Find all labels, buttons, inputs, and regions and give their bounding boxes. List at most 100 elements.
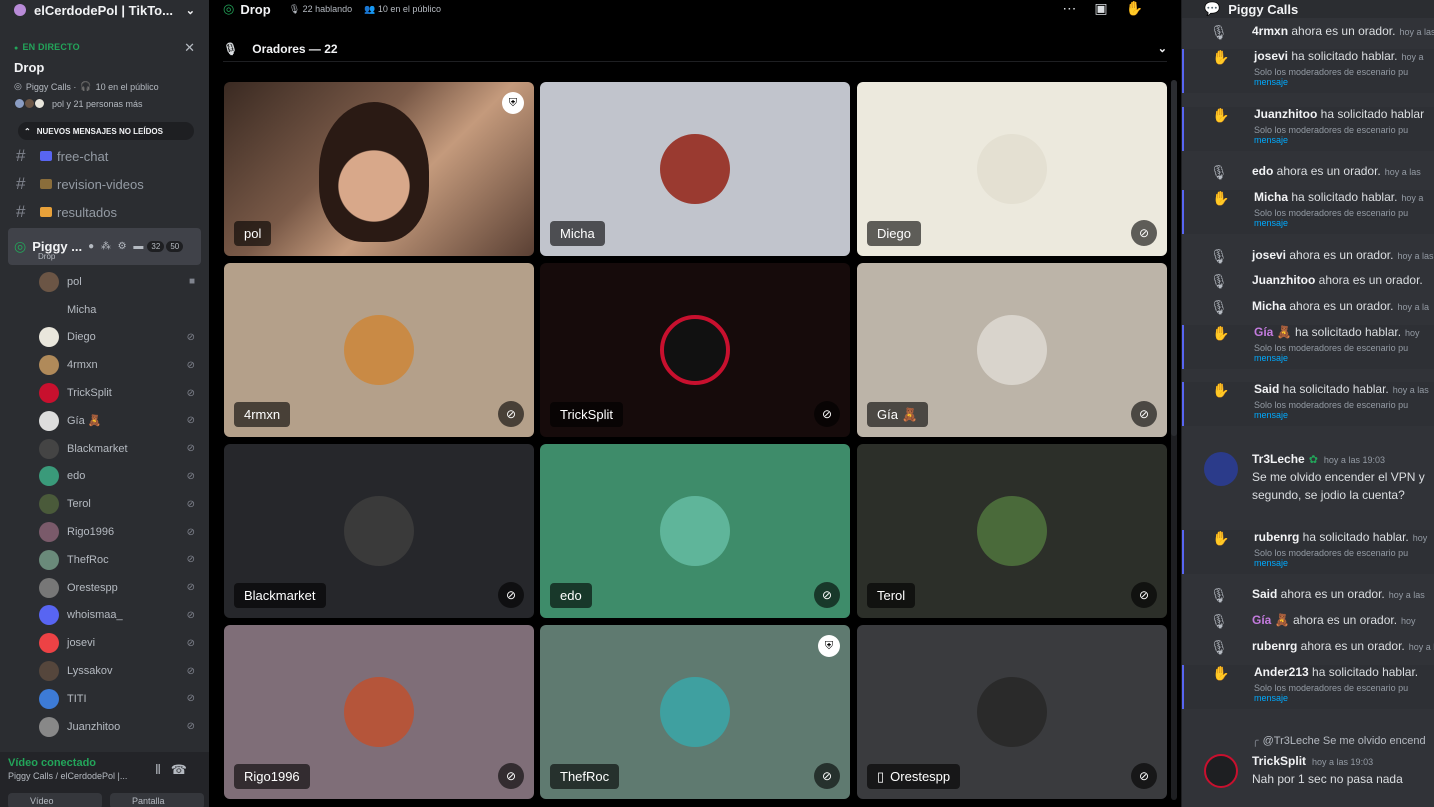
avatar[interactable] — [39, 327, 59, 348]
live-stage-card[interactable]: EN DIRECTO ✕ Drop ◎ Piggy Calls · 🎧 10 e… — [14, 40, 195, 109]
voice-member[interactable]: Lyssakov ⊘ — [0, 657, 209, 685]
new-speaker-event[interactable]: 🎙 Micha ahora es un orador. hoy a la — [1182, 299, 1434, 315]
avatar[interactable] — [39, 661, 59, 682]
reply-reference[interactable]: ╭ @Tr3Leche Se me olvido encend — [1252, 734, 1434, 747]
more-options-icon[interactable]: ⋯ — [1062, 0, 1094, 16]
event-user[interactable]: josevi — [1252, 248, 1286, 262]
avatar[interactable] — [39, 688, 59, 709]
channel-action-icons[interactable]: ● ⁂ ⚙ ▬ — [88, 241, 145, 252]
message-link[interactable]: mensaje — [1254, 135, 1434, 145]
chat-message[interactable]: Tr3Leche ✿ hoy a las 19:03 Se me olvido en… — [1182, 452, 1434, 502]
new-speaker-event[interactable]: 🎙 Juanzhitoo ahora es un orador. — [1182, 273, 1434, 289]
avatar[interactable] — [39, 466, 59, 487]
avatar[interactable] — [39, 577, 59, 598]
voice-member[interactable]: Micha — [0, 296, 209, 324]
channel-item[interactable]: # resultados — [0, 198, 209, 226]
speaker-tile[interactable]: ThefRoc ⊘ ⛨ — [540, 625, 850, 799]
channel-item[interactable]: # free-chat — [0, 142, 209, 170]
new-speaker-event[interactable]: 🎙 josevi ahora es un orador. hoy a las — [1182, 248, 1434, 264]
speaker-tile[interactable]: Gía 🧸 ⊘ — [857, 263, 1167, 437]
event-user[interactable]: rubenrg — [1254, 530, 1299, 544]
server-header[interactable]: elCerdodePol | TikTo... ⌄ — [0, 0, 209, 20]
chevron-down-icon[interactable]: ⌄ — [186, 4, 195, 17]
message-link[interactable]: mensaje — [1254, 558, 1434, 568]
event-user[interactable]: Micha — [1252, 299, 1286, 313]
voice-member[interactable]: Juanzhitoo ⊘ — [0, 713, 209, 741]
channel-item[interactable]: # revision-videos — [0, 170, 209, 198]
raise-hand-icon[interactable]: ✋ — [1126, 0, 1161, 16]
event-user[interactable]: Said — [1254, 382, 1279, 396]
speaker-tile[interactable]: edo ⊘ — [540, 444, 850, 618]
voice-member[interactable]: Diego ⊘ — [0, 324, 209, 352]
speak-request-event[interactable]: ✋ Juanzhitoo ha solicitado hablar Solo los… — [1182, 107, 1434, 151]
stage-channel-piggy-calls[interactable]: ◎ Piggy ... ● ⁂ ⚙ ▬ 32 50 Drop — [8, 228, 201, 265]
avatar[interactable] — [1204, 754, 1238, 788]
speak-request-event[interactable]: ✋ rubenrg ha solicitado hablar. hoy Solo lo… — [1182, 530, 1434, 574]
unread-messages-pill[interactable]: ⌃ NUEVOS MENSAJES NO LEÍDOS — [18, 122, 194, 140]
voice-member[interactable]: edo ⊘ — [0, 463, 209, 491]
voice-member[interactable]: 4rmxn ⊘ — [0, 351, 209, 379]
event-user[interactable]: Juanzhitoo — [1252, 273, 1315, 287]
message-link[interactable]: mensaje — [1254, 353, 1434, 363]
close-icon[interactable]: ✕ — [184, 40, 195, 56]
speaker-tile[interactable]: ▯ Orestespp ⊘ — [857, 625, 1167, 799]
voice-member[interactable]: Gía 🧸 ⊘ — [0, 407, 209, 435]
speaker-tile[interactable]: pol ⛨ — [224, 82, 534, 256]
speaker-tile[interactable]: Blackmarket ⊘ — [224, 444, 534, 618]
message-link[interactable]: mensaje — [1254, 218, 1434, 228]
speaker-tile[interactable]: Rigo1996 ⊘ — [224, 625, 534, 799]
avatar[interactable] — [39, 633, 59, 654]
voice-member[interactable]: Rigo1996 ⊘ — [0, 518, 209, 546]
event-user[interactable]: Micha — [1254, 190, 1288, 204]
speaker-tile[interactable]: Diego ⊘ — [857, 82, 1167, 256]
message-author[interactable]: Tr3Leche — [1252, 452, 1305, 466]
voice-member[interactable]: josevi ⊘ — [0, 629, 209, 657]
event-user[interactable]: Said — [1252, 587, 1277, 601]
new-speaker-event[interactable]: 🎙 rubenrg ahora es un orador.hoy a la — [1182, 639, 1434, 655]
avatar[interactable] — [39, 522, 59, 543]
speaker-tile[interactable]: TrickSplit ⊘ — [540, 263, 850, 437]
avatar[interactable] — [39, 355, 59, 376]
avatar[interactable] — [39, 410, 59, 431]
event-user[interactable]: Gía 🧸 — [1252, 613, 1290, 627]
event-user[interactable]: josevi — [1254, 49, 1288, 63]
avatar[interactable] — [39, 271, 59, 292]
voice-member[interactable]: TITI ⊘ — [0, 685, 209, 713]
speak-request-event[interactable]: ✋ Ander213 ha solicitado hablar. Solo los … — [1182, 665, 1434, 709]
speaker-tile[interactable]: Terol ⊘ — [857, 444, 1167, 618]
new-speaker-event[interactable]: 🎙 4rmxn ahora es un orador. hoy a las — [1182, 24, 1434, 40]
voice-member[interactable]: Orestespp ⊘ — [0, 574, 209, 602]
avatar[interactable] — [39, 549, 59, 570]
avatar[interactable] — [39, 716, 59, 737]
speak-request-event[interactable]: ✋ Gía 🧸 ha solicitado hablar. hoy Solo los … — [1182, 325, 1434, 369]
avatar[interactable] — [39, 605, 59, 626]
event-user[interactable]: Gía 🧸 — [1254, 325, 1292, 339]
voice-member[interactable]: ThefRoc ⊘ — [0, 546, 209, 574]
voice-member[interactable]: Blackmarket ⊘ — [0, 435, 209, 463]
scrollbar-thumb[interactable] — [1171, 80, 1177, 436]
new-speaker-event[interactable]: 🎙 edo ahora es un orador. hoy a las — [1182, 164, 1434, 180]
new-speaker-event[interactable]: 🎙 Gía 🧸 ahora es un orador. hoy — [1182, 613, 1434, 629]
message-link[interactable]: mensaje — [1254, 410, 1434, 420]
video-button[interactable]: Vídeo — [8, 793, 102, 807]
event-user[interactable]: rubenrg — [1252, 639, 1297, 653]
avatar[interactable] — [39, 438, 59, 459]
message-author[interactable]: TrickSplit — [1252, 754, 1306, 768]
chevron-down-icon[interactable]: ⌄ — [1158, 42, 1167, 55]
speakers-section-header[interactable]: 🎙 Oradores — 22 ⌄ — [223, 36, 1167, 62]
new-speaker-event[interactable]: 🎙 Said ahora es un orador. hoy a las — [1182, 587, 1434, 603]
scrollbar[interactable] — [1171, 80, 1177, 800]
voice-member[interactable]: whoismaa_ ⊘ — [0, 602, 209, 630]
screen-share-button[interactable]: Pantalla — [110, 793, 204, 807]
avatar[interactable] — [39, 383, 59, 404]
event-user[interactable]: Ander213 — [1254, 665, 1309, 679]
voice-member[interactable]: Terol ⊘ — [0, 490, 209, 518]
speak-request-event[interactable]: ✋ Said ha solicitado hablar. hoy a las Solo… — [1182, 382, 1434, 426]
message-link[interactable]: mensaje — [1254, 693, 1434, 703]
speak-request-event[interactable]: ✋ josevi ha solicitado hablar. hoy a Solo l… — [1182, 49, 1434, 93]
avatar[interactable] — [39, 494, 59, 515]
event-user[interactable]: edo — [1252, 164, 1273, 178]
event-user[interactable]: Juanzhitoo — [1254, 107, 1317, 121]
event-user[interactable]: 4rmxn — [1252, 24, 1288, 38]
disconnect-icon[interactable]: ☎ — [171, 762, 197, 777]
